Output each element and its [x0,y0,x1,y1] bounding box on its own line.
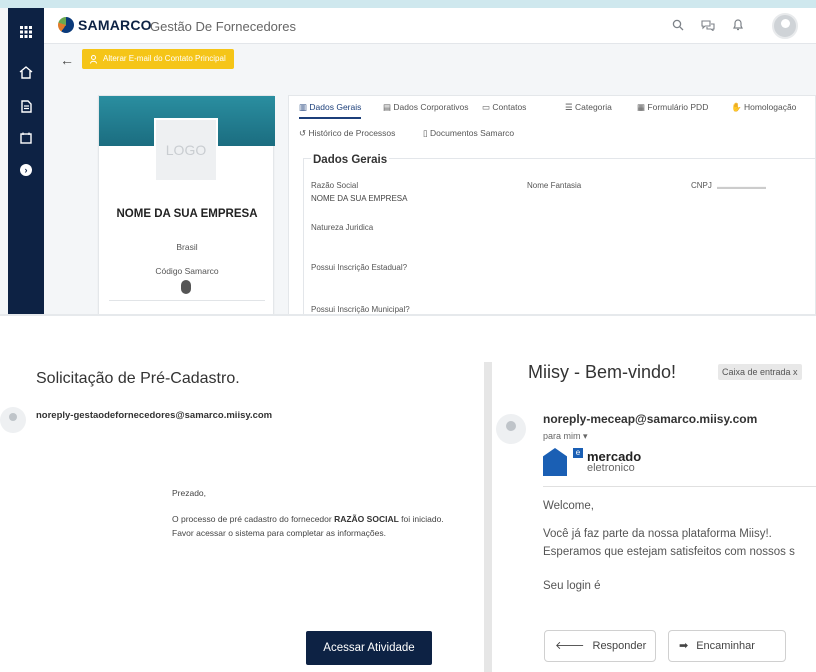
tab-label: Dados Gerais [309,102,362,112]
forward-label: Encaminhar [696,640,755,652]
login-text: Seu login é [543,580,601,592]
document-icon[interactable] [8,94,44,118]
recipient-dropdown[interactable]: para mim ▾ [543,431,588,442]
contact-card-icon: ▭ [482,102,493,112]
welcome-text: Welcome, [543,500,594,512]
bell-icon[interactable] [728,16,748,36]
brand-name: SAMARCO [78,17,152,33]
forward-button[interactable]: ➡ Encaminhar [668,630,786,662]
me-mark-icon: e [543,448,583,476]
handshake-icon: ✋ [731,102,744,112]
expand-arrow-icon[interactable]: › [8,158,44,182]
sender-avatar [0,407,26,433]
form-icon: ▦ [637,102,648,112]
email-subject: Solicitação de Pré-Cadastro. [36,370,240,387]
company-logo-placeholder[interactable]: LOGO [154,118,218,182]
body-suffix: foi iniciado. [398,514,444,524]
tab-contatos[interactable]: ▭ Contatos [482,102,526,113]
reply-button[interactable]: 🡐 Responder [544,630,656,662]
nome-fantasia-label: Nome Fantasia [527,181,582,190]
email-greeting: Prezado, [172,488,207,498]
sender-avatar [496,414,526,444]
document-icon: ▯ [423,128,431,138]
change-contact-email-label: Alterar E-mail do Contato Principal [103,54,226,63]
tab-homologacao[interactable]: ✋ Homologação [731,102,796,113]
reply-label: Responder [592,640,647,652]
natureza-juridica-label: Natureza Juridica [311,223,374,232]
tab-formulario-pdd[interactable]: ▦ Formulário PDD [637,102,708,113]
composite-screenshot: › SAMARCO Gestão De Fornecedores ← Alter… [0,0,816,672]
search-icon[interactable] [668,16,688,36]
pre-registration-email: Solicitação de Pré-Cadastro. noreply-ges… [0,318,484,672]
body-line1: Você já faz parte da nossa plataforma Mi… [543,528,772,540]
back-arrow-icon[interactable]: ← [60,52,74,68]
company-name: NOME DA SUA EMPRESA [116,208,258,220]
tab-label: Homologação [743,102,797,112]
cnpj-value[interactable]: ▬▬▬▬▬▬▬ [717,184,766,191]
tab-documentos-samarco[interactable]: ▯ Documentos Samarco [423,128,514,139]
company-code-label: Código Samarco [155,266,219,276]
reply-arrow-icon: 🡐 [555,640,585,652]
access-activity-button[interactable]: Acessar Atividade [306,631,432,665]
body-supplier-name: RAZÃO SOCIAL [334,514,399,524]
card-divider [109,300,265,301]
cnpj-label: CNPJ [691,181,712,190]
email-subject: Miisy - Bem-vindo! [528,362,677,382]
change-contact-email-button[interactable]: Alterar E-mail do Contato Principal [82,49,234,69]
email-divider [484,362,492,672]
sender-address[interactable]: noreply-meceap@samarco.miisy.com [543,412,757,426]
email-body-line2: Favor acessar o sistema para completar a… [172,528,387,538]
building-icon: ▥ [299,102,310,112]
recipient-label: para mim [543,431,581,441]
user-edit-icon [90,54,97,64]
inscricao-estadual-label: Possui Inscrição Estadual? [311,263,408,272]
sidebar: › [8,8,44,314]
dados-gerais-legend: Dados Gerais [311,154,390,166]
tab-label: Contatos [492,102,527,112]
samarco-mark-icon [58,17,74,33]
supplier-app-window: › SAMARCO Gestão De Fornecedores ← Alter… [0,0,816,316]
inbox-label-chip[interactable]: Caixa de entrada x [718,364,802,380]
mercado-eletronico-logo: e mercado eletronico [543,448,641,476]
samarco-logo[interactable]: SAMARCO [58,17,152,33]
tab-label: Histórico de Processos [308,128,396,138]
forward-arrow-icon: ➡ [679,640,689,652]
header-rule [543,486,816,487]
home-icon[interactable] [8,60,44,84]
tab-label: Categoria [574,102,612,112]
apps-grid-icon[interactable] [8,20,44,44]
chat-icon[interactable] [698,16,718,36]
brand-line2: eletronico [587,462,635,474]
body-line2: Esperamos que estejam satisfeitos com no… [543,546,795,558]
razao-social-value[interactable]: NOME DA SUA EMPRESA [311,194,407,203]
sender-address[interactable]: noreply-gestaodefornecedores@samarco.mii… [36,410,272,421]
top-strip [0,0,816,8]
company-country: Brasil [176,242,198,252]
tab-dados-gerais[interactable]: ▥ Dados Gerais [299,102,362,119]
app-title: Gestão De Fornecedores [150,19,296,34]
tab-label: Dados Corporativos [393,102,469,112]
table-icon: ▤ [383,102,394,112]
app-header: SAMARCO Gestão De Fornecedores [44,8,816,44]
body-prefix: O processo de pré cadastro do fornecedor [172,514,335,524]
tab-dados-corporativos[interactable]: ▤ Dados Corporativos [383,102,469,113]
chevron-down-icon: ▾ [583,431,588,441]
razao-social-label: Razão Social [311,181,359,190]
calendar-icon[interactable] [8,126,44,150]
inscricao-municipal-label: Possui Inscrição Municipal? [311,305,410,314]
tab-label: Documentos Samarco [430,128,515,138]
user-avatar[interactable] [772,13,798,39]
toolbar: ← Alterar E-mail do Contato Principal [44,44,816,76]
welcome-email: Miisy - Bem-vindo! Caixa de entrada x no… [492,318,816,672]
email-body-line1: O processo de pré cadastro do fornecedor… [172,514,444,524]
company-card: LOGO NOME DA SUA EMPRESA Brasil Código S… [98,95,275,314]
company-code-value [181,280,191,294]
list-icon: ☰ [565,102,575,112]
tab-label: Formulário PDD [647,102,709,112]
tab-categoria[interactable]: ☰ Categoria [565,102,612,113]
tab-historico-processos[interactable]: ↺ Histórico de Processos [299,128,395,139]
details-panel: ▥ Dados Gerais ▤ Dados Corporativos ▭ Co… [288,95,816,314]
